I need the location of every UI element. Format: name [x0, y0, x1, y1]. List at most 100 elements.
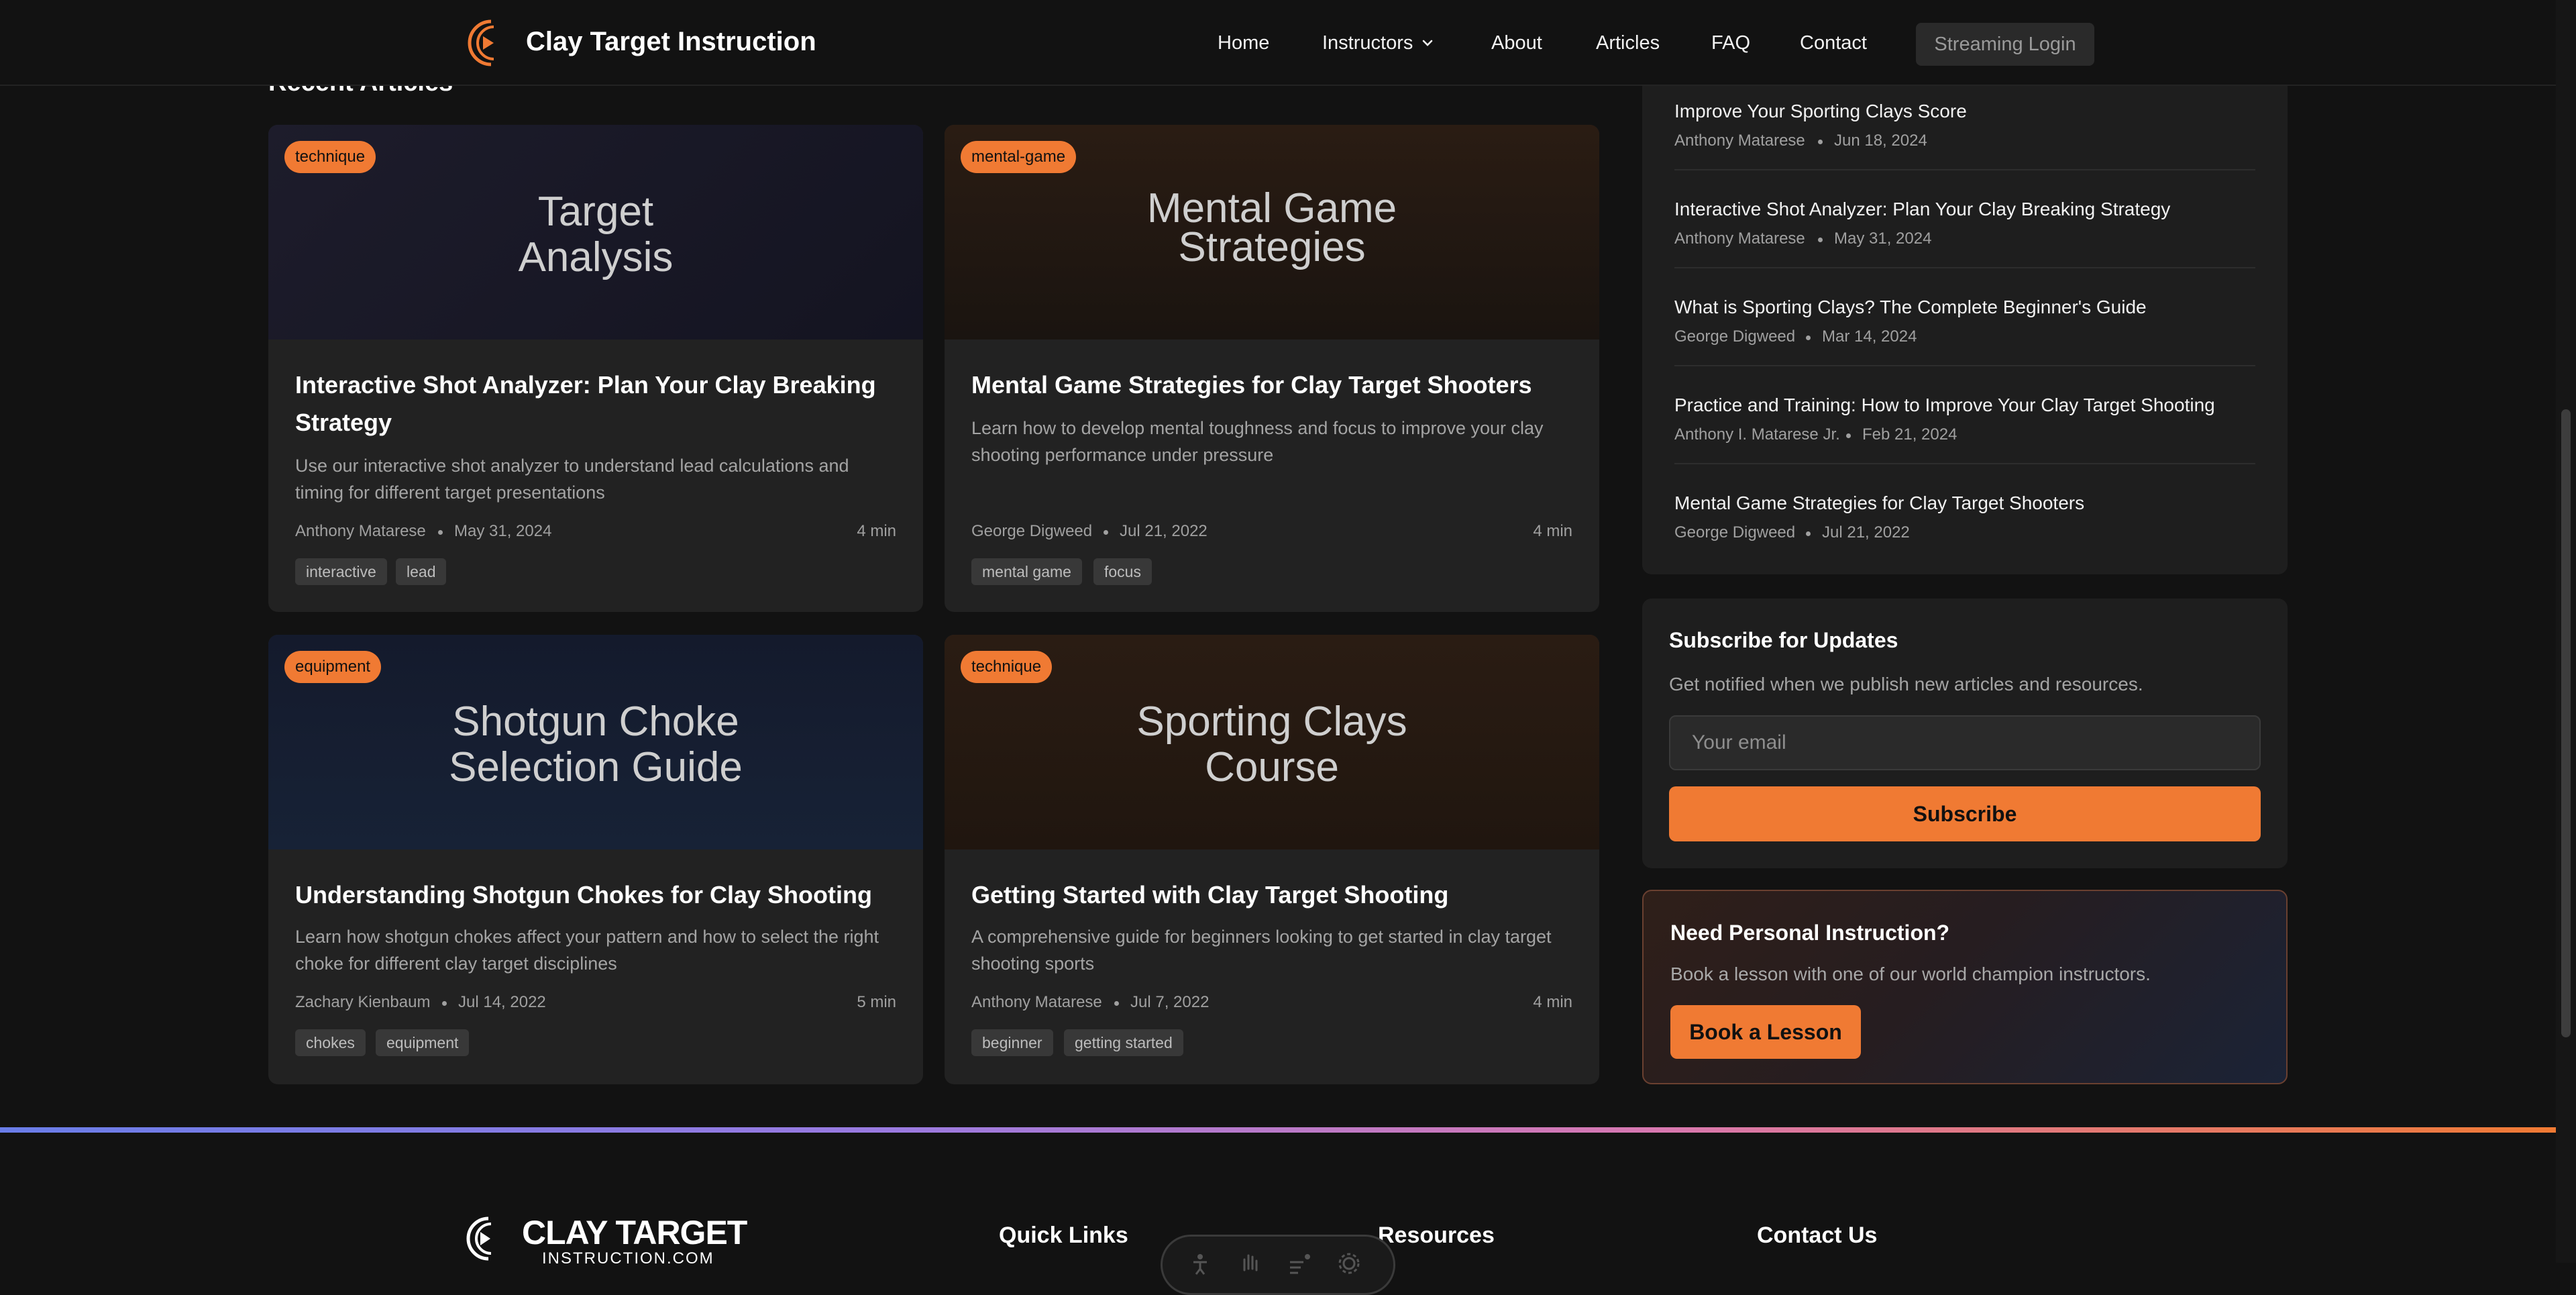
banner-text: Mental Game Strategies	[1146, 185, 1397, 270]
divider	[1674, 463, 2255, 464]
nav-home[interactable]: Home	[1218, 32, 1269, 54]
category-badge[interactable]: technique	[961, 651, 1053, 683]
article-title[interactable]: Understanding Shotgun Chokes for Clay Sh…	[295, 876, 899, 914]
article-tag[interactable]: beginner	[971, 1029, 1053, 1056]
book-lesson-button[interactable]: Book a Lesson	[1670, 1005, 1861, 1059]
divider	[1674, 169, 2255, 170]
recent-item-author: George Digweed	[1674, 523, 1796, 541]
read-time: 4 min	[1533, 993, 1572, 1011]
gear-icon[interactable]	[1336, 1250, 1362, 1277]
recent-item-date: May 31, 2024	[1834, 229, 1932, 248]
read-time: 4 min	[1533, 522, 1572, 540]
article-card[interactable]: Sporting Clays Course technique Getting …	[945, 635, 1599, 1084]
scrollbar-thumb[interactable]	[2561, 409, 2571, 1037]
accessibility-toolbar[interactable]	[1161, 1235, 1395, 1295]
article-date: Jul 21, 2022	[1120, 522, 1208, 540]
email-input[interactable]	[1669, 715, 2261, 770]
instruction-title: Need Personal Instruction?	[1670, 921, 1950, 945]
recent-item-author: Anthony Matarese	[1674, 229, 1805, 248]
streaming-login-button[interactable]: Streaming Login	[1916, 23, 2094, 66]
article-author: George Digweed	[971, 522, 1093, 540]
divider	[1674, 365, 2255, 366]
recent-item-author: George Digweed	[1674, 327, 1796, 346]
recent-item-date: Jun 18, 2024	[1834, 132, 1927, 150]
meta-separator	[442, 1001, 447, 1006]
article-card[interactable]: Shotgun Choke Selection Guide equipment …	[268, 635, 923, 1084]
site-header: Clay Target Instruction Home Instructors…	[0, 0, 2556, 86]
recent-item-date: Feb 21, 2024	[1862, 425, 1957, 444]
article-author: Anthony Matarese	[971, 993, 1102, 1011]
meta-separator	[1806, 531, 1811, 536]
nav-about[interactable]: About	[1491, 32, 1542, 54]
category-badge[interactable]: equipment	[284, 651, 382, 683]
subscribe-panel: Subscribe for Updates Get notified when …	[1642, 599, 2288, 868]
article-title[interactable]: Getting Started with Clay Target Shootin…	[971, 876, 1575, 914]
article-title[interactable]: Interactive Shot Analyzer: Plan Your Cla…	[295, 366, 899, 442]
instruction-panel: Need Personal Instruction? Book a lesson…	[1642, 890, 2288, 1084]
meta-separator	[1806, 335, 1811, 340]
chevron-down-icon[interactable]	[1419, 35, 1436, 51]
footer-divider	[0, 1127, 2556, 1133]
banner-text: Target Analysis	[518, 189, 674, 280]
article-date: Jul 14, 2022	[458, 993, 546, 1011]
article-excerpt: A comprehensive guide for beginners look…	[971, 927, 1552, 974]
site-brand[interactable]: Clay Target Instruction	[526, 27, 816, 57]
recent-item-author: Anthony I. Matarese Jr.	[1674, 425, 1840, 444]
article-tag[interactable]: mental game	[971, 558, 1082, 585]
recent-item-title[interactable]: Mental Game Strategies for Clay Target S…	[1674, 493, 2084, 514]
recent-item-date: Mar 14, 2024	[1822, 327, 1917, 346]
article-card[interactable]: Mental Game Strategies mental-game Menta…	[945, 125, 1599, 612]
category-badge[interactable]: mental-game	[961, 141, 1077, 173]
article-tag[interactable]: interactive	[295, 558, 387, 585]
article-tag[interactable]: chokes	[295, 1029, 366, 1056]
instruction-text: Book a lesson with one of our world cham…	[1670, 964, 2151, 984]
nav-contact[interactable]: Contact	[1800, 32, 1867, 54]
meta-separator	[1818, 140, 1823, 144]
subscribe-text: Get notified when we publish new article…	[1669, 674, 2143, 694]
article-excerpt: Learn how shotgun chokes affect your pat…	[295, 927, 879, 974]
footer-brand-sub: INSTRUCTION.COM	[542, 1249, 714, 1267]
article-card[interactable]: Target Analysis technique Interactive Sh…	[268, 125, 923, 612]
article-tag[interactable]: equipment	[376, 1029, 470, 1056]
divider	[1674, 267, 2255, 268]
recent-item-author: Anthony Matarese	[1674, 132, 1805, 150]
text-size-icon[interactable]	[1286, 1250, 1313, 1277]
article-tag[interactable]: focus	[1093, 558, 1152, 585]
article-excerpt: Use our interactive shot analyzer to und…	[295, 456, 849, 503]
footer-brand[interactable]: CLAY TARGET	[522, 1213, 747, 1252]
recent-item-title[interactable]: What is Sporting Clays? The Complete Beg…	[1674, 297, 2147, 318]
nav-faq[interactable]: FAQ	[1711, 32, 1750, 54]
logo-icon[interactable]	[464, 17, 508, 68]
meta-separator	[1114, 1001, 1119, 1006]
article-excerpt: Learn how to develop mental toughness an…	[971, 418, 1544, 465]
article-author: Zachary Kienbaum	[295, 993, 431, 1011]
meta-separator	[438, 530, 443, 535]
footer-heading-quick-links: Quick Links	[999, 1223, 1128, 1248]
recent-item-date: Jul 21, 2022	[1822, 523, 1910, 541]
footer-logo-icon[interactable]	[463, 1214, 504, 1263]
category-badge[interactable]: technique	[284, 141, 376, 173]
article-tag[interactable]: getting started	[1064, 1029, 1183, 1056]
hand-icon[interactable]	[1236, 1250, 1263, 1277]
article-author: Anthony Matarese	[295, 522, 426, 540]
banner-text: Shotgun Choke Selection Guide	[449, 698, 743, 790]
recent-item-title[interactable]: Practice and Training: How to Improve Yo…	[1674, 395, 2215, 416]
recent-articles-list: Improve Your Sporting Clays Score Anthon…	[1642, 67, 2288, 574]
recent-item-title[interactable]: Interactive Shot Analyzer: Plan Your Cla…	[1674, 199, 2170, 220]
accessibility-icon[interactable]	[1187, 1250, 1214, 1277]
article-date: May 31, 2024	[454, 522, 552, 540]
read-time: 5 min	[857, 993, 896, 1011]
recent-item-title[interactable]: Improve Your Sporting Clays Score	[1674, 101, 1967, 122]
meta-separator	[1846, 433, 1851, 438]
article-title[interactable]: Mental Game Strategies for Clay Target S…	[971, 366, 1575, 404]
footer-heading-contact: Contact Us	[1757, 1223, 1878, 1248]
article-tag[interactable]: lead	[396, 558, 447, 585]
meta-separator	[1818, 238, 1823, 242]
nav-articles[interactable]: Articles	[1596, 32, 1660, 54]
banner-text: Sporting Clays Course	[1136, 698, 1407, 790]
meta-separator	[1104, 530, 1108, 535]
nav-instructors[interactable]: Instructors	[1322, 32, 1413, 54]
read-time: 4 min	[857, 522, 896, 540]
subscribe-button[interactable]: Subscribe	[1669, 786, 2261, 841]
article-date: Jul 7, 2022	[1130, 993, 1210, 1011]
